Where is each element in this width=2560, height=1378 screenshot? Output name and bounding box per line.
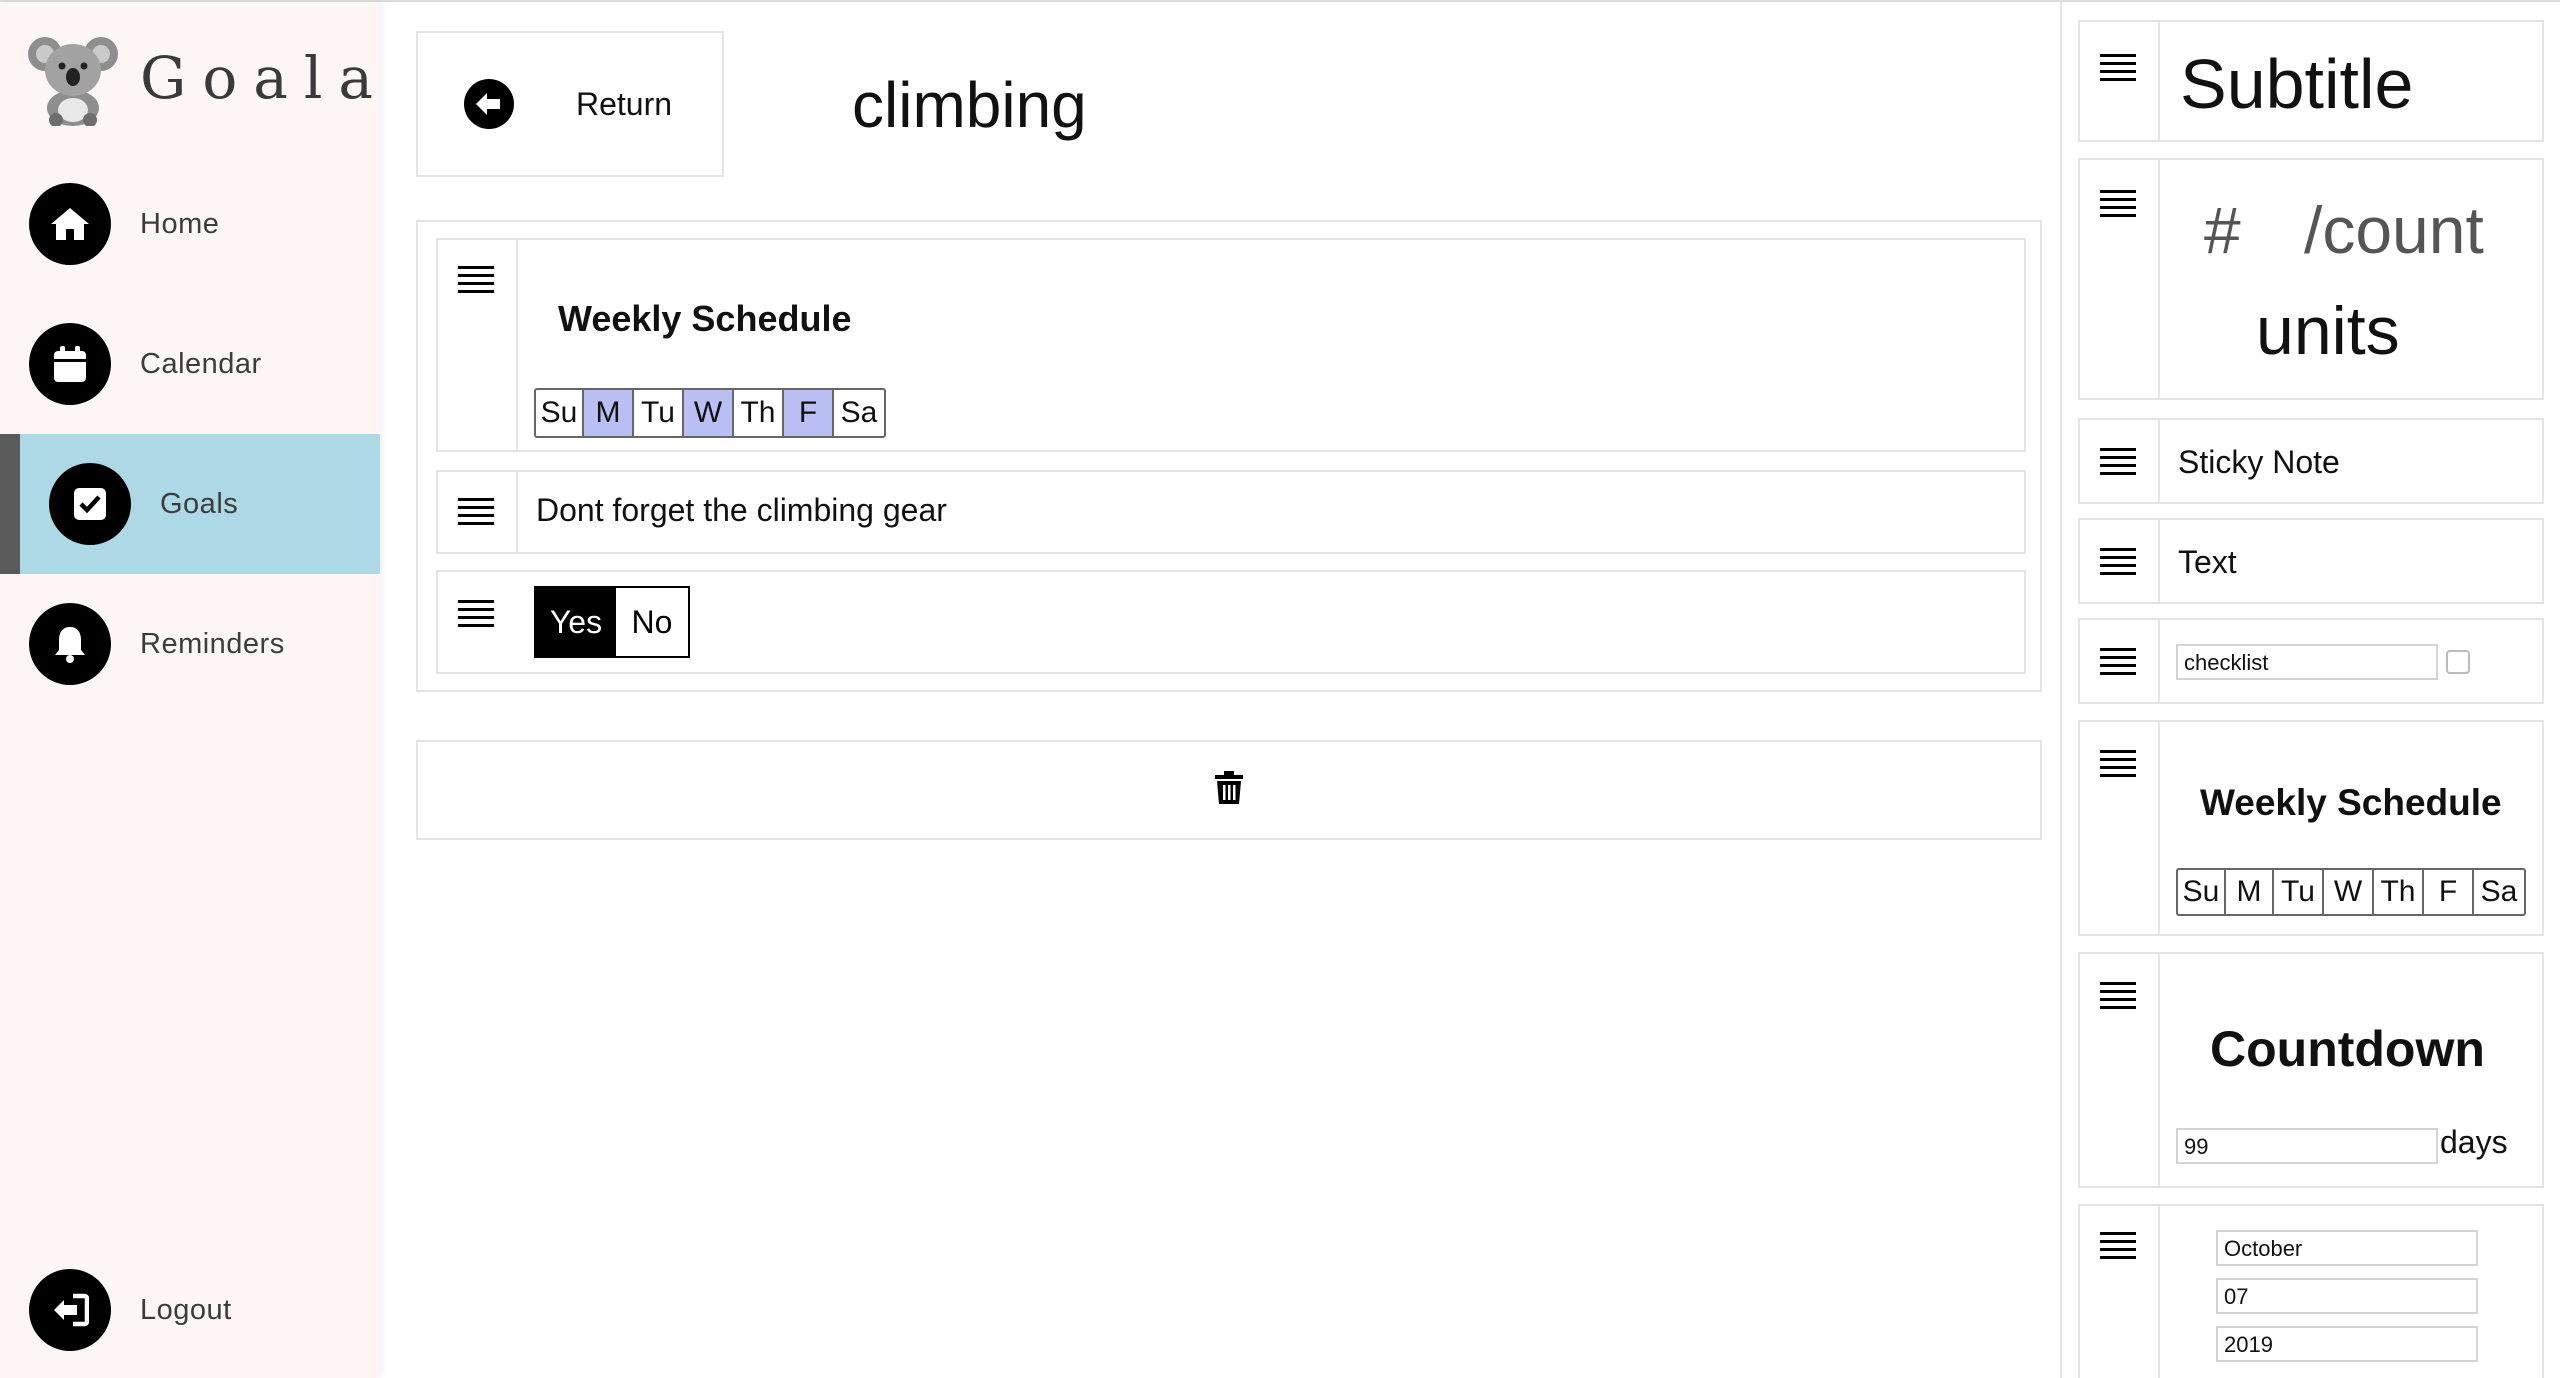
koala-logo-icon: [28, 37, 118, 126]
drag-handle-icon: [458, 266, 494, 298]
logout-icon: [29, 1269, 111, 1351]
day-su[interactable]: Su: [2178, 870, 2226, 914]
weekly-schedule-title: Weekly Schedule: [558, 298, 852, 339]
drag-handle[interactable]: [2080, 1206, 2160, 1378]
yes-option[interactable]: Yes: [536, 588, 616, 656]
drag-handle[interactable]: [2080, 22, 2160, 140]
count-hash: #: [2204, 193, 2241, 267]
palette-text[interactable]: Text: [2078, 518, 2544, 604]
day-m[interactable]: M: [2226, 870, 2274, 914]
drag-handle[interactable]: [438, 240, 518, 450]
return-label: Return: [576, 85, 673, 122]
brand-name: Goala: [140, 44, 389, 112]
delete-drop-zone[interactable]: [416, 740, 2042, 840]
drag-handle[interactable]: [2080, 954, 2160, 1186]
palette-sticky-note[interactable]: Sticky Note: [2078, 418, 2544, 504]
checklist-input[interactable]: checklist: [2176, 644, 2438, 680]
nav-item-calendar[interactable]: Calendar: [0, 294, 380, 434]
palette-count[interactable]: # /count units: [2078, 158, 2544, 400]
checklist-checkbox[interactable]: [2446, 650, 2470, 674]
note-card[interactable]: Dont forget the climbing gear: [436, 470, 2026, 554]
day-selector: Su M Tu W Th F Sa: [2176, 868, 2526, 916]
drag-handle[interactable]: [2080, 520, 2160, 602]
day-su[interactable]: Su: [536, 390, 584, 436]
palette-date[interactable]: October 07 2019: [2078, 1204, 2544, 1378]
yes-no-card[interactable]: Yes No: [436, 570, 2026, 674]
nav-label-home: Home: [140, 207, 220, 240]
nav-item-logout[interactable]: Logout: [0, 1240, 380, 1378]
day-m[interactable]: M: [584, 390, 634, 436]
day-selector: Su M Tu W Th F Sa: [534, 388, 886, 438]
palette-weekly-schedule[interactable]: Weekly Schedule Su M Tu W Th F Sa: [2078, 720, 2544, 936]
home-icon: [29, 183, 111, 265]
drag-handle-icon: [2100, 548, 2136, 580]
yes-no-toggle: Yes No: [534, 586, 690, 658]
day-sa[interactable]: Sa: [2474, 870, 2524, 914]
sidebar: Goala Home Calendar Goals Reminders Logo…: [0, 2, 380, 1378]
drag-handle-icon: [2100, 982, 2136, 1014]
trash-icon: [1214, 770, 1244, 810]
count-units: units: [2256, 293, 2400, 369]
brand[interactable]: Goala: [28, 30, 389, 126]
drag-handle[interactable]: [2080, 160, 2160, 398]
text-widget-text: Text: [2178, 544, 2237, 580]
countdown-unit: days: [2440, 1124, 2508, 1160]
palette-checklist[interactable]: checklist: [2078, 618, 2544, 704]
subtitle-text: Subtitle: [2180, 45, 2414, 123]
count-slash: /count: [2304, 193, 2484, 267]
arrow-left-icon: [464, 79, 514, 129]
drag-handle-icon: [2100, 54, 2136, 86]
bell-icon: [29, 603, 111, 685]
drag-handle[interactable]: [438, 472, 518, 552]
day-th[interactable]: Th: [2374, 870, 2424, 914]
calendar-icon: [29, 323, 111, 405]
day-w[interactable]: W: [2324, 870, 2374, 914]
date-year-input[interactable]: 2019: [2216, 1326, 2478, 1362]
drag-handle[interactable]: [2080, 722, 2160, 934]
drag-handle-icon: [2100, 648, 2136, 680]
nav-item-reminders[interactable]: Reminders: [0, 574, 380, 714]
day-f[interactable]: F: [784, 390, 834, 436]
drag-handle[interactable]: [2080, 620, 2160, 702]
nav-label-reminders: Reminders: [140, 627, 285, 660]
countdown-title: Countdown: [2210, 1021, 2485, 1077]
nav-item-goals[interactable]: Goals: [0, 434, 380, 574]
checkbox-icon: [49, 463, 131, 545]
nav-label-calendar: Calendar: [140, 347, 262, 380]
sticky-note-text: Sticky Note: [2178, 444, 2340, 480]
day-tu[interactable]: Tu: [2274, 870, 2324, 914]
return-button[interactable]: Return: [416, 31, 724, 177]
drag-handle[interactable]: [2080, 420, 2160, 502]
widget-palette: Subtitle # /count units Sticky Note Text: [2060, 2, 2560, 1378]
goal-board: Weekly Schedule Su M Tu W Th F Sa Dont f…: [416, 220, 2042, 692]
date-day-input[interactable]: 07: [2216, 1278, 2478, 1314]
day-f[interactable]: F: [2424, 870, 2474, 914]
date-month-input[interactable]: October: [2216, 1230, 2478, 1266]
drag-handle-icon: [458, 498, 494, 530]
palette-countdown[interactable]: Countdown 99 days: [2078, 952, 2544, 1188]
drag-handle[interactable]: [438, 572, 518, 672]
countdown-input[interactable]: 99: [2176, 1128, 2438, 1164]
drag-handle-icon: [458, 600, 494, 632]
nav-label-logout: Logout: [140, 1293, 232, 1326]
nav-label-goals: Goals: [160, 487, 239, 520]
weekly-schedule-title: Weekly Schedule: [2200, 782, 2502, 823]
palette-subtitle[interactable]: Subtitle: [2078, 20, 2544, 142]
weekly-schedule-card[interactable]: Weekly Schedule Su M Tu W Th F Sa: [436, 238, 2026, 452]
day-th[interactable]: Th: [734, 390, 784, 436]
drag-handle-icon: [2100, 190, 2136, 222]
count-field[interactable]: /count: [2304, 190, 2504, 270]
day-tu[interactable]: Tu: [634, 390, 684, 436]
note-text[interactable]: Dont forget the climbing gear: [536, 492, 947, 529]
day-w[interactable]: W: [684, 390, 734, 436]
drag-handle-icon: [2100, 1232, 2136, 1264]
drag-handle-icon: [2100, 448, 2136, 480]
drag-handle-icon: [2100, 750, 2136, 782]
no-option[interactable]: No: [616, 588, 688, 656]
day-sa[interactable]: Sa: [834, 390, 884, 436]
nav-item-home[interactable]: Home: [0, 154, 380, 294]
page-title: climbing: [852, 69, 1087, 141]
